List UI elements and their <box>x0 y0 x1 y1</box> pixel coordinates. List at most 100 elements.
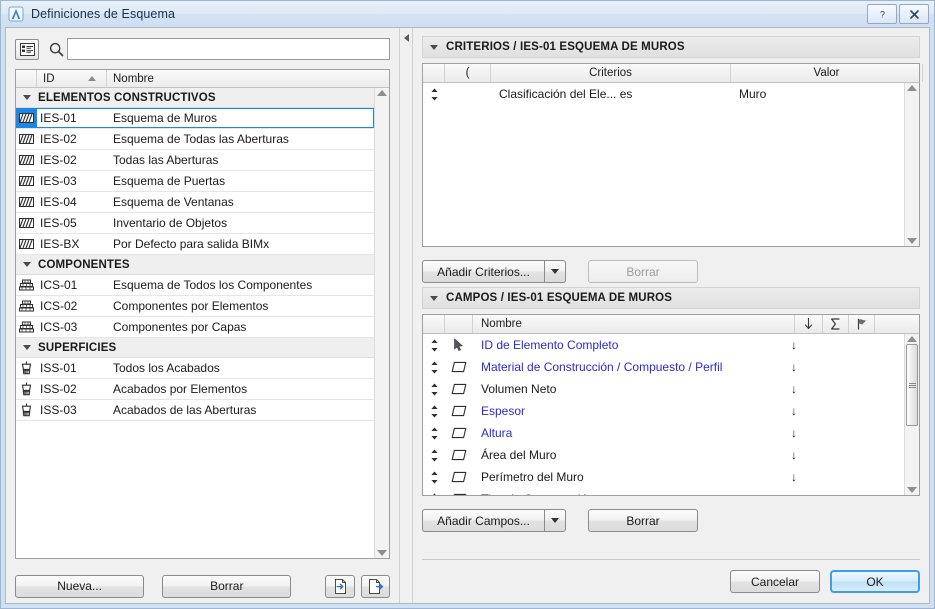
field-name[interactable]: Material de Construcción / Compuesto / P… <box>473 360 780 374</box>
field-name[interactable]: Tipo de Construcción <box>473 492 780 495</box>
collapse-left-icon[interactable] <box>403 34 409 42</box>
field-row[interactable]: Espesor ↓ <box>423 400 904 422</box>
scheme-row[interactable]: IES-BX Por Defecto para salida BIMx <box>16 234 374 255</box>
chevron-down-icon[interactable] <box>23 262 31 267</box>
group-header-componentes[interactable]: COMPONENTES <box>16 255 374 275</box>
group-header-elementos-constructivos[interactable]: ELEMENTOS CONSTRUCTIVOS <box>16 88 374 108</box>
help-button[interactable]: ? <box>867 4 897 24</box>
scroll-thumb[interactable] <box>906 344 918 426</box>
column-name[interactable]: Nombre <box>107 70 389 87</box>
reorder-handle-icon[interactable] <box>423 493 445 495</box>
schemes-scrollbar[interactable] <box>374 88 389 558</box>
import-file-icon[interactable] <box>325 574 355 598</box>
ok-button[interactable]: OK <box>830 570 920 593</box>
field-sort-toggle[interactable]: ↓ <box>780 404 808 418</box>
field-sort-toggle[interactable]: ↓ <box>780 426 808 440</box>
field-row[interactable]: Perímetro del Muro ↓ <box>423 466 904 488</box>
criteria-row[interactable]: Clasificación del Ele... es Muro <box>423 83 904 105</box>
field-row[interactable]: ID de Elemento Completo ↓ <box>423 334 904 356</box>
criteria-section-header[interactable]: CRITERIOS / IES-01 ESQUEMA DE MUROS <box>422 36 920 58</box>
scroll-down-icon[interactable] <box>907 238 917 244</box>
add-criteria-button[interactable]: Añadir Criterios... <box>422 260 544 283</box>
field-sort-toggle[interactable]: ↓ <box>780 448 808 462</box>
field-name[interactable]: Perímetro del Muro <box>473 470 780 484</box>
scheme-row[interactable]: ISS-02 Acabados por Elementos <box>16 379 374 400</box>
scroll-down-icon[interactable] <box>377 550 387 556</box>
delete-scheme-button[interactable]: Borrar <box>162 574 292 598</box>
field-row[interactable]: Altura ↓ <box>423 422 904 444</box>
column-open-paren[interactable]: ( <box>445 64 491 82</box>
scheme-row[interactable]: ISS-01 Todos los Acabados <box>16 358 374 379</box>
column-close-paren[interactable]: ) <box>923 64 929 82</box>
column-criteria[interactable]: Criterios <box>491 64 731 82</box>
close-button[interactable] <box>899 4 929 24</box>
field-row[interactable]: Tipo de Construcción↓ <box>423 488 904 495</box>
column-id[interactable]: ID <box>37 70 107 87</box>
chevron-down-icon[interactable] <box>430 44 438 50</box>
field-sort-toggle[interactable]: ↓ <box>780 338 808 352</box>
scroll-track[interactable] <box>905 342 919 487</box>
scheme-row[interactable]: ICS-03 Componentes por Capas <box>16 317 374 338</box>
column-value[interactable]: Valor <box>731 64 923 82</box>
scroll-down-icon[interactable] <box>907 487 917 493</box>
reorder-handle-icon[interactable] <box>423 427 445 440</box>
field-row[interactable]: Volumen Neto ↓ <box>423 378 904 400</box>
reorder-handle-icon[interactable] <box>423 405 445 418</box>
reorder-handle-icon[interactable] <box>423 383 445 396</box>
add-fields-button[interactable]: Añadir Campos... <box>422 509 544 532</box>
reorder-handle-icon[interactable] <box>423 471 445 484</box>
criteria-name[interactable]: Clasificación del Ele... es <box>491 87 731 101</box>
criteria-value[interactable]: Muro <box>731 87 904 101</box>
chevron-down-icon[interactable] <box>23 95 31 100</box>
export-file-icon[interactable] <box>360 574 390 598</box>
field-sort-toggle[interactable]: ↓ <box>780 492 808 495</box>
delete-fields-button[interactable]: Borrar <box>588 509 698 532</box>
field-sort-toggle[interactable]: ↓ <box>780 360 808 374</box>
scheme-row[interactable]: ICS-02 Componentes por Elementos <box>16 296 374 317</box>
chevron-down-icon[interactable] <box>430 295 438 301</box>
add-criteria-dropdown-button[interactable] <box>544 260 566 283</box>
scheme-row[interactable]: IES-02 Todas las Aberturas <box>16 150 374 171</box>
scheme-row[interactable]: IES-04 Esquema de Ventanas <box>16 192 374 213</box>
panel-divider[interactable] <box>399 28 413 603</box>
new-scheme-button[interactable]: Nueva... <box>15 574 145 598</box>
scheme-row[interactable]: IES-05 Inventario de Objetos <box>16 213 374 234</box>
field-name[interactable]: ID de Elemento Completo <box>473 338 780 352</box>
field-name[interactable]: Volumen Neto <box>473 382 780 396</box>
schemes-list-body: ELEMENTOS CONSTRUCTIVOS IES-01 Esquema de … <box>16 88 374 558</box>
chevron-down-icon[interactable] <box>23 345 31 350</box>
fields-scrollbar[interactable] <box>904 334 919 495</box>
field-sort-toggle[interactable]: ↓ <box>780 382 808 396</box>
field-name[interactable]: Altura <box>473 426 780 440</box>
fields-section-header[interactable]: CAMPOS / IES-01 ESQUEMA DE MUROS <box>422 287 920 309</box>
scheme-row[interactable]: ISS-03 Acabados de las Aberturas <box>16 400 374 421</box>
scroll-track[interactable] <box>905 91 919 238</box>
criteria-scrollbar[interactable] <box>904 83 919 246</box>
reorder-handle-icon[interactable] <box>423 339 445 352</box>
scheme-row[interactable]: ICS-01 Esquema de Todos los Componentes <box>16 275 374 296</box>
list-view-icon[interactable] <box>15 38 39 60</box>
flag-icon[interactable] <box>849 315 875 333</box>
field-name[interactable]: Área del Muro <box>473 448 780 462</box>
add-criteria-split-button[interactable]: Añadir Criterios... <box>422 260 566 283</box>
delete-criteria-button[interactable]: Borrar <box>588 260 698 283</box>
sort-descending-icon[interactable] <box>795 315 823 333</box>
field-row[interactable]: Área del Muro ↓ <box>423 444 904 466</box>
sigma-sum-icon[interactable] <box>823 315 849 333</box>
field-sort-toggle[interactable]: ↓ <box>780 470 808 484</box>
reorder-handle-icon[interactable] <box>423 88 445 101</box>
field-row[interactable]: Material de Construcción / Compuesto / P… <box>423 356 904 378</box>
scheme-row[interactable]: IES-03 Esquema de Puertas <box>16 171 374 192</box>
reorder-handle-icon[interactable] <box>423 449 445 462</box>
scroll-track[interactable] <box>375 96 389 550</box>
add-fields-split-button[interactable]: Añadir Campos... <box>422 509 566 532</box>
scheme-row[interactable]: IES-01 Esquema de Muros <box>16 108 374 129</box>
add-fields-dropdown-button[interactable] <box>544 509 566 532</box>
group-header-superficies[interactable]: SUPERFICIES <box>16 338 374 358</box>
reorder-handle-icon[interactable] <box>423 361 445 374</box>
field-name[interactable]: Espesor <box>473 404 780 418</box>
column-field-name[interactable]: Nombre <box>473 315 795 333</box>
cancel-button[interactable]: Cancelar <box>730 570 820 593</box>
scheme-row[interactable]: IES-02 Esquema de Todas las Aberturas <box>16 129 374 150</box>
search-input[interactable] <box>67 38 390 60</box>
